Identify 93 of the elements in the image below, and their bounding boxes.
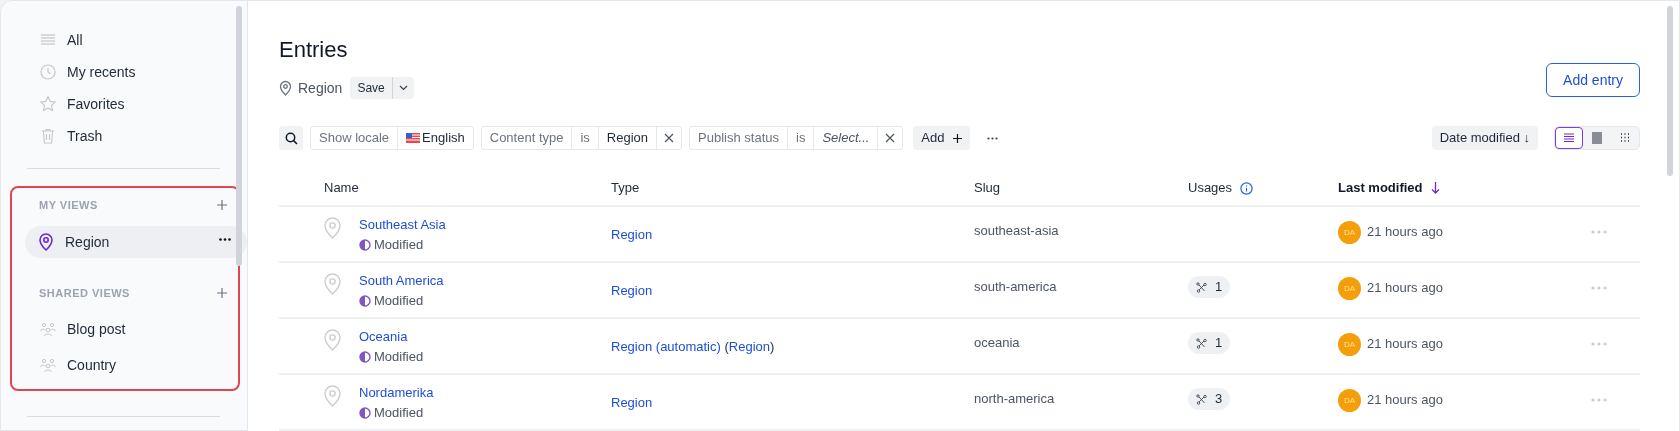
pin-icon [279,80,292,96]
list-view-icon [1562,131,1576,145]
type-text: ) [770,339,775,354]
column-header[interactable]: Type [611,178,640,198]
filter-label: Content type [488,129,565,148]
entry-link[interactable]: Oceania [359,327,424,347]
entry-link[interactable]: South America [359,271,444,291]
table-cell: oceania [974,335,1020,350]
plus-icon[interactable] [217,200,227,210]
type-text: ( [723,339,729,354]
sidebar-item[interactable]: My recents [27,57,223,87]
type-link[interactable]: Region [728,339,770,354]
chevron-down-icon [398,85,408,91]
plus-icon [952,133,962,143]
table-cell-text: 21 hours ago [1367,335,1443,353]
pin-icon [324,273,341,295]
sort-button[interactable]: Date modified ↓ [1431,126,1538,150]
column-header[interactable]: Slug [974,178,1001,198]
network-icon [1196,281,1207,293]
filter-chip[interactable]: Content type is Region [480,126,683,150]
column-header[interactable]: Last modified [1338,178,1423,198]
section-title: SHARED VIEWS [39,285,130,301]
type-link[interactable]: Region (automatic) [611,339,721,354]
sidebar-item[interactable]: Favorites [27,89,223,119]
column-header[interactable]: Usages [1188,178,1233,198]
search-button[interactable] [279,126,303,150]
entry-link[interactable]: Southeast Asia [359,215,446,235]
clock-icon [39,63,57,81]
add-filter-button[interactable]: Add [913,126,970,150]
sort-arrow-icon [1430,182,1440,194]
half-circle-icon [359,407,371,419]
view-name: Region [298,78,343,98]
pin-icon [37,233,55,251]
pin-icon [324,329,341,351]
entry-link[interactable]: Nordamerika [359,383,434,403]
pin-icon [324,385,341,407]
half-circle-icon [359,295,371,307]
column-header[interactable]: Name [324,178,359,198]
sidebar-item[interactable]: Region [25,226,247,258]
half-circle-icon [359,239,371,251]
sidebar-item[interactable]: Blog post [27,314,223,344]
table-cell: south-america [974,279,1057,294]
network-icon [1196,393,1207,405]
usage-count[interactable]: 1 [1188,276,1231,298]
list-view-button[interactable] [1555,127,1583,149]
dense-list-icon [1590,131,1604,145]
usage-count[interactable]: 3 [1188,388,1231,410]
type-link[interactable]: Region [611,395,653,410]
table-cell-text: 21 hours ago [1367,279,1443,297]
network-icon [1196,337,1207,349]
locale-dropdown[interactable]: English [397,127,473,149]
filter-label: Show locale [318,129,391,148]
view-mode-switcher[interactable] [1554,126,1640,150]
status-label: Modified [374,404,424,422]
filter-chip[interactable]: Publish status is Select... [689,126,904,150]
people-icon [39,356,57,374]
pin-icon [324,217,341,239]
avatar: DA [1338,389,1361,412]
plus-icon[interactable] [217,288,227,298]
people-icon [39,320,57,338]
avatar: DA [1338,221,1361,244]
filter-chip[interactable]: Show locale English [310,126,474,150]
status-label: Modified [374,292,424,310]
avatar: DA [1338,333,1361,356]
half-circle-icon [359,351,371,363]
status-label: Modified [374,236,424,254]
star-icon [39,95,57,113]
flag-icon [406,133,421,143]
sidebar-item[interactable]: Trash [27,121,223,151]
filter-label: Publish status [697,129,780,148]
page-title: Entries [279,36,349,64]
search-icon [284,131,298,145]
trash-icon [39,127,57,145]
type-link[interactable]: Region [611,283,653,298]
close-icon [885,133,896,143]
sidebar-item[interactable]: Country [27,350,223,380]
sidebar-item[interactable]: All [27,25,223,55]
table-cell-text: 21 hours ago [1367,223,1443,241]
table-cell: north-america [974,391,1055,406]
filter-label: is [571,127,598,149]
filter-value[interactable]: Select... [813,127,878,149]
section-title: MY VIEWS [39,197,98,213]
table-cell: southeast-asia [974,223,1059,238]
type-link[interactable]: Region [611,227,653,242]
filter-label: is [787,127,814,149]
filter-value[interactable]: Region [597,127,657,149]
avatar: DA [1338,277,1361,300]
usage-count[interactable]: 1 [1188,332,1231,354]
close-icon [664,133,675,143]
table-cell-text: 21 hours ago [1367,391,1443,409]
status-label: Modified [374,348,424,366]
add-entry-button[interactable]: Add entry [1546,63,1640,97]
grid-icon [1618,131,1632,145]
